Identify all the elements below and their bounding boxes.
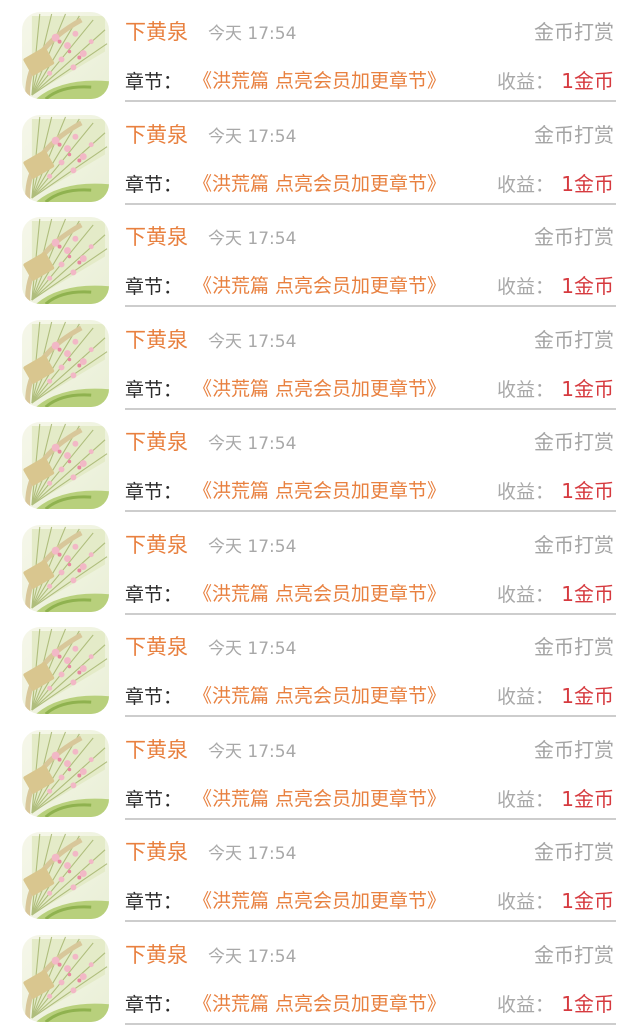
reward-type-tag: 金币打赏 bbox=[534, 430, 614, 454]
chapter-title-link[interactable]: 《洪荒篇 点亮会员加更章节》 bbox=[193, 171, 446, 198]
chapter-label: 章节： bbox=[125, 71, 183, 93]
income-value: 1金币 bbox=[561, 69, 614, 93]
timestamp: 今天 17:54 bbox=[208, 844, 297, 864]
reward-type-tag: 金币打赏 bbox=[534, 20, 614, 44]
chapter-title-link[interactable]: 《洪荒篇 点亮会员加更章节》 bbox=[193, 991, 446, 1018]
income-value: 1金币 bbox=[561, 274, 614, 298]
chapter-title-link[interactable]: 《洪荒篇 点亮会员加更章节》 bbox=[193, 273, 446, 300]
chapter-label: 章节： bbox=[125, 173, 183, 196]
reward-record-row[interactable]: 下黄泉 今天 17:54 金币打赏 章节： 《洪荒篇 点亮会员加更章节》 收益：… bbox=[0, 820, 640, 923]
timestamp: 今天 17:54 bbox=[208, 331, 297, 352]
user-name[interactable]: 下黄泉 bbox=[125, 633, 188, 661]
chapter-label: 章节： bbox=[125, 276, 183, 298]
reward-type-tag: 金币打赏 bbox=[534, 122, 614, 147]
user-name[interactable]: 下黄泉 bbox=[125, 838, 188, 866]
timestamp: 今天 17:54 bbox=[208, 126, 297, 147]
fan-avatar-icon[interactable] bbox=[22, 12, 109, 99]
chapter-title-link[interactable]: 《洪荒篇 点亮会员加更章节》 bbox=[193, 68, 446, 95]
income-label: 收益： bbox=[497, 378, 555, 401]
chapter-label: 章节： bbox=[125, 891, 183, 913]
reward-record-row[interactable]: 下黄泉 今天 17:54 金币打赏 章节： 《洪荒篇 点亮会员加更章节》 收益：… bbox=[0, 718, 640, 821]
income-label: 收益： bbox=[497, 71, 555, 93]
user-name[interactable]: 下黄泉 bbox=[125, 223, 188, 251]
income-label: 收益： bbox=[497, 583, 555, 606]
reward-type-tag: 金币打赏 bbox=[534, 737, 614, 762]
income-value: 1金币 bbox=[561, 479, 614, 503]
income-value: 1金币 bbox=[561, 889, 614, 913]
chapter-title-link[interactable]: 《洪荒篇 点亮会员加更章节》 bbox=[193, 786, 446, 813]
reward-record-row[interactable]: 下黄泉 今天 17:54 金币打赏 章节： 《洪荒篇 点亮会员加更章节》 收益：… bbox=[0, 923, 640, 1026]
reward-type-tag: 金币打赏 bbox=[534, 942, 614, 967]
user-name[interactable]: 下黄泉 bbox=[125, 121, 188, 149]
chapter-title-link[interactable]: 《洪荒篇 点亮会员加更章节》 bbox=[193, 478, 446, 505]
user-name[interactable]: 下黄泉 bbox=[125, 736, 188, 764]
reward-record-row[interactable]: 下黄泉 今天 17:54 金币打赏 章节： 《洪荒篇 点亮会员加更章节》 收益：… bbox=[0, 0, 640, 103]
chapter-label: 章节： bbox=[125, 481, 183, 503]
income-label: 收益： bbox=[497, 993, 555, 1016]
income-value: 1金币 bbox=[561, 376, 614, 401]
reward-type-tag: 金币打赏 bbox=[534, 225, 614, 249]
timestamp: 今天 17:54 bbox=[208, 536, 297, 557]
reward-type-tag: 金币打赏 bbox=[534, 635, 614, 659]
reward-record-list: 下黄泉 今天 17:54 金币打赏 章节： 《洪荒篇 点亮会员加更章节》 收益：… bbox=[0, 0, 640, 1036]
income-label: 收益： bbox=[497, 481, 555, 503]
fan-avatar-icon[interactable] bbox=[22, 319, 109, 407]
timestamp: 今天 17:54 bbox=[208, 741, 297, 762]
fan-avatar-icon[interactable] bbox=[22, 114, 109, 202]
reward-record-row[interactable]: 下黄泉 今天 17:54 金币打赏 章节： 《洪荒篇 点亮会员加更章节》 收益：… bbox=[0, 410, 640, 513]
reward-record-row[interactable]: 下黄泉 今天 17:54 金币打赏 章节： 《洪荒篇 点亮会员加更章节》 收益：… bbox=[0, 513, 640, 616]
income-label: 收益： bbox=[497, 686, 555, 708]
chapter-label: 章节： bbox=[125, 686, 183, 708]
reward-record-row[interactable]: 下黄泉 今天 17:54 金币打赏 章节： 《洪荒篇 点亮会员加更章节》 收益：… bbox=[0, 103, 640, 206]
fan-avatar-icon[interactable] bbox=[22, 832, 109, 919]
income-label: 收益： bbox=[497, 276, 555, 298]
chapter-title-link[interactable]: 《洪荒篇 点亮会员加更章节》 bbox=[193, 376, 446, 403]
chapter-title-link[interactable]: 《洪荒篇 点亮会员加更章节》 bbox=[193, 888, 446, 915]
fan-avatar-icon[interactable] bbox=[22, 729, 109, 817]
timestamp: 今天 17:54 bbox=[208, 229, 297, 249]
income-value: 1金币 bbox=[561, 786, 614, 811]
reward-type-tag: 金币打赏 bbox=[534, 532, 614, 557]
reward-record-row[interactable]: 下黄泉 今天 17:54 金币打赏 章节： 《洪荒篇 点亮会员加更章节》 收益：… bbox=[0, 308, 640, 411]
income-label: 收益： bbox=[497, 891, 555, 913]
income-value: 1金币 bbox=[561, 991, 614, 1016]
timestamp: 今天 17:54 bbox=[208, 24, 297, 44]
timestamp: 今天 17:54 bbox=[208, 434, 297, 454]
fan-avatar-icon[interactable] bbox=[22, 217, 109, 304]
reward-record-row[interactable]: 下黄泉 今天 17:54 金币打赏 章节： 《洪荒篇 点亮会员加更章节》 收益：… bbox=[0, 205, 640, 308]
user-name[interactable]: 下黄泉 bbox=[125, 326, 188, 354]
chapter-label: 章节： bbox=[125, 993, 183, 1016]
income-value: 1金币 bbox=[561, 581, 614, 606]
timestamp: 今天 17:54 bbox=[208, 639, 297, 659]
timestamp: 今天 17:54 bbox=[208, 946, 297, 967]
fan-avatar-icon[interactable] bbox=[22, 422, 109, 509]
fan-avatar-icon[interactable] bbox=[22, 934, 109, 1022]
user-name[interactable]: 下黄泉 bbox=[125, 531, 188, 559]
reward-record-row[interactable]: 下黄泉 今天 17:54 金币打赏 章节： 《洪荒篇 点亮会员加更章节》 收益：… bbox=[0, 615, 640, 718]
user-name[interactable]: 下黄泉 bbox=[125, 941, 188, 969]
reward-type-tag: 金币打赏 bbox=[534, 840, 614, 864]
user-name[interactable]: 下黄泉 bbox=[125, 428, 188, 456]
chapter-label: 章节： bbox=[125, 378, 183, 401]
chapter-title-link[interactable]: 《洪荒篇 点亮会员加更章节》 bbox=[193, 581, 446, 608]
income-value: 1金币 bbox=[561, 171, 614, 196]
chapter-title-link[interactable]: 《洪荒篇 点亮会员加更章节》 bbox=[193, 683, 446, 710]
user-name[interactable]: 下黄泉 bbox=[125, 18, 188, 46]
chapter-label: 章节： bbox=[125, 788, 183, 811]
reward-type-tag: 金币打赏 bbox=[534, 327, 614, 352]
row-divider bbox=[125, 1022, 616, 1025]
income-value: 1金币 bbox=[561, 684, 614, 708]
income-label: 收益： bbox=[497, 173, 555, 196]
fan-avatar-icon[interactable] bbox=[22, 524, 109, 612]
chapter-label: 章节： bbox=[125, 583, 183, 606]
income-label: 收益： bbox=[497, 788, 555, 811]
fan-avatar-icon[interactable] bbox=[22, 627, 109, 714]
